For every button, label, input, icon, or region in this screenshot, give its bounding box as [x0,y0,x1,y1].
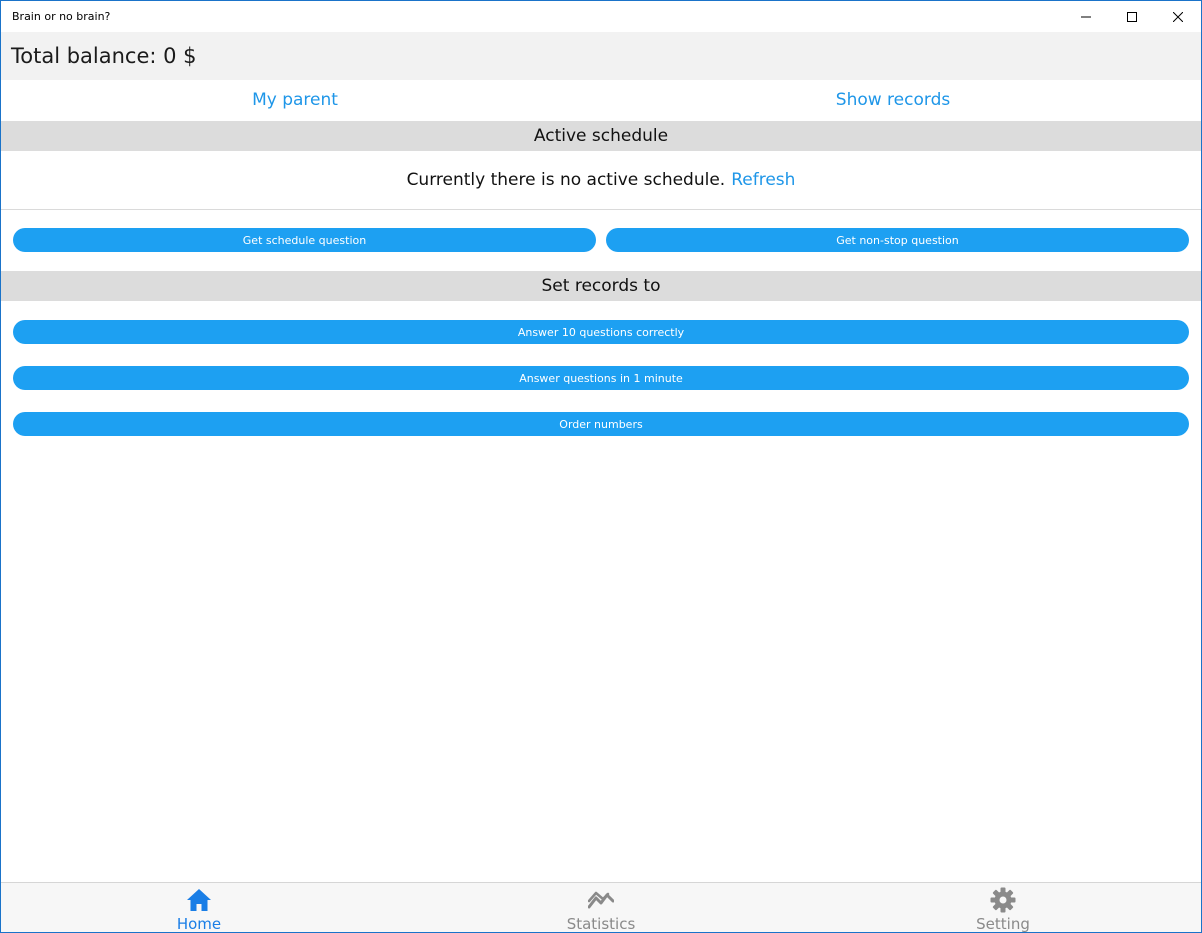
my-parent-link[interactable]: My parent [1,80,589,120]
schedule-status: Currently there is no active schedule. R… [1,151,1201,210]
schedule-message: Currently there is no active schedule. [406,170,726,190]
minimize-icon [1081,16,1091,17]
refresh-link[interactable]: Refresh [731,170,795,190]
answer-in-1-minute-button[interactable]: Answer questions in 1 minute [13,366,1189,390]
gear-icon [990,887,1016,912]
order-numbers-button[interactable]: Order numbers [13,412,1189,436]
tab-home[interactable]: Home [99,883,299,933]
app-window: Brain or no brain? Total balance: 0 $ My… [0,0,1202,933]
window-title: Brain or no brain? [12,10,111,23]
bottom-tab-bar: Home Statistics Setting [1,882,1201,933]
answer-10-correctly-button[interactable]: Answer 10 questions correctly [13,320,1189,344]
tab-home-label: Home [176,915,222,933]
total-balance-label: Total balance: 0 $ [11,44,197,68]
tab-statistics-label: Statistics [566,915,636,933]
tab-setting-label: Setting [976,915,1030,933]
minimize-button[interactable] [1063,1,1109,32]
maximize-icon [1127,11,1137,22]
maximize-button[interactable] [1109,1,1155,32]
statistics-icon [588,891,614,908]
get-non-stop-question-button[interactable]: Get non-stop question [606,228,1189,252]
balance-header: Total balance: 0 $ [1,32,1201,80]
get-schedule-question-button[interactable]: Get schedule question [13,228,596,252]
active-schedule-header: Active schedule [1,121,1201,151]
home-icon [187,888,211,911]
link-row: My parent Show records [1,80,1201,120]
tab-statistics[interactable]: Statistics [501,883,701,933]
show-records-link[interactable]: Show records [593,80,1193,120]
close-icon [1173,11,1183,22]
tab-setting[interactable]: Setting [903,883,1103,933]
window-controls [1063,1,1201,32]
title-bar[interactable]: Brain or no brain? [1,1,1201,32]
close-button[interactable] [1155,1,1201,32]
set-records-header: Set records to [1,271,1201,301]
